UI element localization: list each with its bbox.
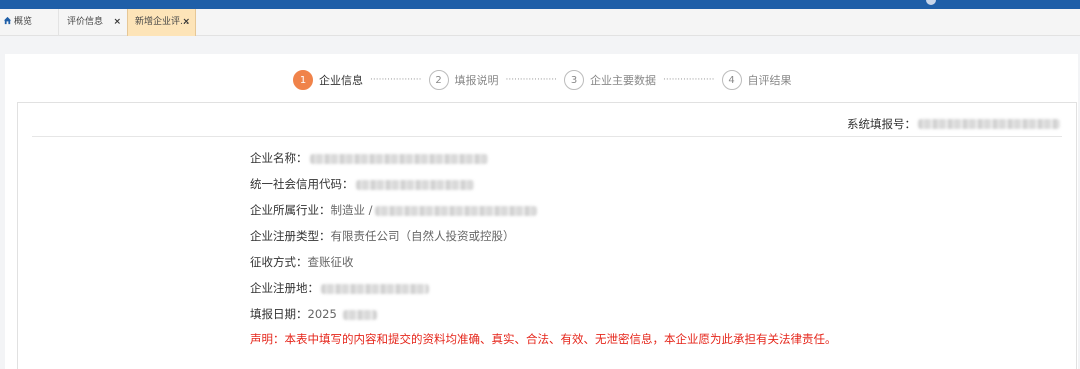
field-label: 征收方式：: [250, 255, 308, 269]
close-icon[interactable]: ×: [113, 9, 121, 36]
tab-evaluation-info[interactable]: 评价信息 ×: [58, 9, 126, 36]
field-label: 企业注册地：: [250, 281, 319, 295]
step-label: 企业主要数据: [590, 74, 656, 87]
step-label: 企业信息: [319, 74, 363, 87]
step-number: 4: [721, 70, 742, 90]
step-number: 1: [293, 70, 313, 90]
step-connector: ··················: [505, 75, 558, 85]
field-label: 企业名称：: [250, 151, 308, 165]
tab-new-enterprise-eval[interactable]: 新增企业评... ×: [127, 9, 196, 36]
top-bar: [0, 0, 1080, 9]
tab-label: 概览: [14, 17, 33, 27]
redacted-system-number: [918, 119, 1060, 129]
tab-label: 评价信息: [67, 17, 104, 27]
field-label: 企业所属行业：: [250, 203, 331, 217]
system-fill-number-label: 系统填报号：: [847, 117, 916, 131]
divider: [32, 136, 1062, 137]
step-main-data[interactable]: 3 企业主要数据: [564, 70, 656, 90]
legal-declaration: 声明：本表中填写的内容和提交的资料均准确、真实、合法、有效、无泄密信息，本企业愿…: [250, 332, 837, 346]
home-icon: [3, 10, 12, 37]
step-wizard: 1 企业信息 ·················· 2 填报说明 ·······…: [293, 69, 792, 91]
redacted-value: [321, 283, 429, 294]
redacted-value: [309, 153, 488, 164]
redacted-value: [374, 205, 537, 216]
field-value: 制造业 /: [330, 203, 373, 217]
user-avatar-icon[interactable]: [926, 0, 936, 5]
company-name-row: 企业名称：: [250, 150, 488, 166]
field-label: 统一社会信用代码：: [250, 177, 354, 191]
registration-place-row: 企业注册地：: [250, 280, 429, 296]
field-label: 填报日期：: [250, 307, 308, 321]
credit-code-row: 统一社会信用代码：: [250, 176, 474, 192]
registration-type-row: 企业注册类型：有限责任公司（自然人投资或控股）: [250, 228, 515, 244]
close-icon[interactable]: ×: [182, 9, 190, 36]
step-company-info[interactable]: 1 企业信息: [293, 70, 363, 90]
company-info-card: 系统填报号： 企业名称： 统一社会信用代码： 企业所属行业：制造业 / 企业注册…: [17, 102, 1077, 369]
field-label: 企业注册类型：: [250, 229, 331, 243]
step-label: 填报说明: [454, 74, 499, 87]
tab-label: 新增企业评...: [135, 17, 189, 27]
step-self-eval-result[interactable]: 4 自评结果: [721, 70, 792, 90]
step-number: 3: [564, 70, 584, 90]
tab-overview[interactable]: 概览: [0, 9, 58, 36]
tax-method-row: 征收方式：查账征收: [250, 254, 354, 270]
redacted-value: [342, 309, 377, 320]
step-connector: ··················: [663, 75, 715, 85]
step-connector: ··················: [370, 75, 422, 85]
step-fill-instructions[interactable]: 2 填报说明: [428, 70, 499, 90]
field-value: 2025: [307, 307, 337, 321]
fill-date-row: 填报日期：2025: [250, 306, 377, 322]
field-value: 查账征收: [307, 255, 354, 269]
field-value: 有限责任公司（自然人投资或控股）: [330, 229, 515, 243]
redacted-value: [355, 179, 474, 190]
industry-row: 企业所属行业：制造业 /: [250, 202, 537, 218]
step-number: 2: [428, 70, 449, 90]
step-label: 自评结果: [747, 74, 792, 87]
tab-bar: 概览 评价信息 × 新增企业评... ×: [0, 9, 1080, 36]
